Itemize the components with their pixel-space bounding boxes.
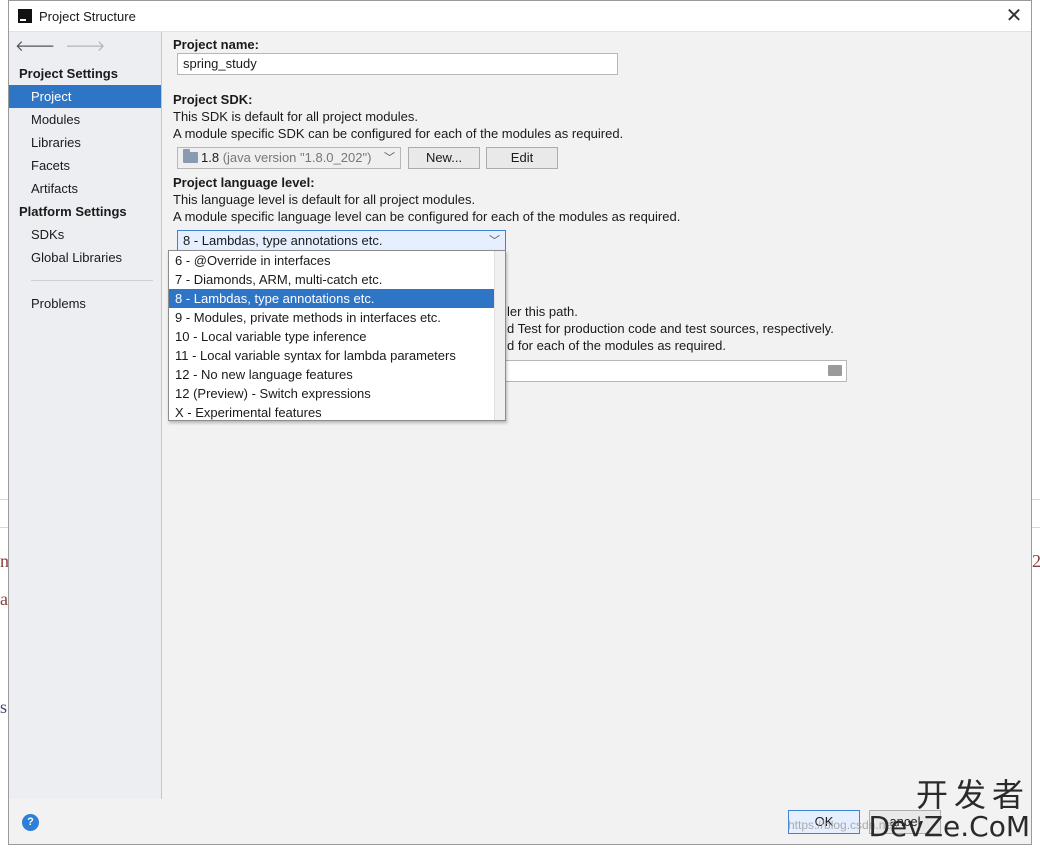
compiler-desc-fragment: ler this path.: [507, 304, 578, 319]
sidebar-item-problems[interactable]: Problems: [9, 292, 161, 315]
sidebar-header-platform-settings: Platform Settings: [19, 204, 127, 219]
dropdown-option[interactable]: 6 - @Override in interfaces: [169, 251, 494, 270]
dropdown-option[interactable]: 12 (Preview) - Switch expressions: [169, 384, 494, 403]
bg-text-fragment: 2: [1032, 551, 1040, 571]
language-level-select[interactable]: 8 - Lambdas, type annotations etc. ﹀: [177, 230, 506, 252]
project-name-label: Project name:: [173, 37, 259, 52]
folder-icon: [183, 149, 198, 163]
dropdown-option-selected[interactable]: 8 - Lambdas, type annotations etc.: [169, 289, 494, 308]
sidebar-item-libraries[interactable]: Libraries: [9, 131, 161, 154]
dropdown-option[interactable]: X - Experimental features: [169, 403, 494, 422]
project-sdk-label: Project SDK:: [173, 92, 253, 107]
intellij-icon: [18, 9, 32, 23]
project-structure-dialog: Project Structure ✕ 🡐 🡒 Project Settings…: [8, 0, 1032, 845]
dropdown-list: 6 - @Override in interfaces 7 - Diamonds…: [169, 251, 494, 422]
sdk-detail: (java version "1.8.0_202"): [222, 150, 372, 165]
edit-sdk-button[interactable]: Edit: [486, 147, 558, 169]
language-level-label: Project language level:: [173, 175, 315, 190]
sidebar-item-sdks[interactable]: SDKs: [9, 223, 161, 246]
nav-arrows: 🡐 🡒: [9, 32, 161, 58]
dropdown-option[interactable]: 7 - Diamonds, ARM, multi-catch etc.: [169, 270, 494, 289]
compiler-desc-fragment: d Test for production code and test sour…: [507, 321, 834, 336]
title-bar: Project Structure ✕: [9, 1, 1031, 32]
watermark-cn: 开发者: [915, 776, 1030, 814]
sdk-select[interactable]: 1.8 (java version "1.8.0_202") ﹀: [177, 147, 401, 169]
sdk-version: 1.8: [201, 150, 220, 165]
folder-browse-icon[interactable]: [828, 365, 842, 376]
chevron-down-icon: ﹀: [384, 152, 395, 164]
sidebar: 🡐 🡒 Project Settings Project Modules Lib…: [9, 32, 162, 799]
sdk-description-2: A module specific SDK can be configured …: [173, 126, 624, 141]
bg-text-fragment: a: [0, 589, 8, 609]
sidebar-item-modules[interactable]: Modules: [9, 108, 161, 131]
dropdown-option[interactable]: 11 - Local variable syntax for lambda pa…: [169, 346, 494, 365]
watermark-en: DevZe.CoM: [868, 810, 1030, 843]
dropdown-option[interactable]: 9 - Modules, private methods in interfac…: [169, 308, 494, 327]
dropdown-option[interactable]: 10 - Local variable type inference: [169, 327, 494, 346]
dropdown-scrollbar[interactable]: [494, 251, 505, 420]
new-sdk-button[interactable]: New...: [408, 147, 480, 169]
bg-text-fragment: s: [0, 697, 8, 717]
help-icon[interactable]: ?: [22, 814, 39, 831]
language-level-value: 8 - Lambdas, type annotations etc.: [183, 233, 383, 248]
watermark: 开发者 DevZe.CoM: [868, 778, 1030, 842]
sidebar-divider: [31, 280, 153, 281]
project-name-field[interactable]: spring_study: [177, 53, 618, 75]
back-arrow-icon[interactable]: 🡐: [15, 36, 55, 55]
sidebar-item-project[interactable]: Project: [9, 85, 161, 108]
sidebar-header-project-settings: Project Settings: [19, 66, 118, 81]
chevron-down-icon: ﹀: [489, 235, 500, 247]
close-button[interactable]: ✕: [1003, 5, 1025, 27]
compiler-desc-fragment: d for each of the modules as required.: [507, 338, 726, 353]
sidebar-item-artifacts[interactable]: Artifacts: [9, 177, 161, 200]
sidebar-item-global-libraries[interactable]: Global Libraries: [9, 246, 161, 269]
dropdown-option[interactable]: 12 - No new language features: [169, 365, 494, 384]
window-title: Project Structure: [39, 8, 136, 24]
sidebar-item-facets[interactable]: Facets: [9, 154, 161, 177]
language-description-2: A module specific language level can be …: [173, 209, 681, 224]
sdk-description-1: This SDK is default for all project modu…: [173, 109, 418, 124]
compiler-output-field[interactable]: [503, 360, 847, 382]
language-level-dropdown: 6 - @Override in interfaces 7 - Diamonds…: [168, 250, 506, 421]
language-description-1: This language level is default for all p…: [173, 192, 476, 207]
forward-arrow-icon[interactable]: 🡒: [65, 36, 105, 55]
